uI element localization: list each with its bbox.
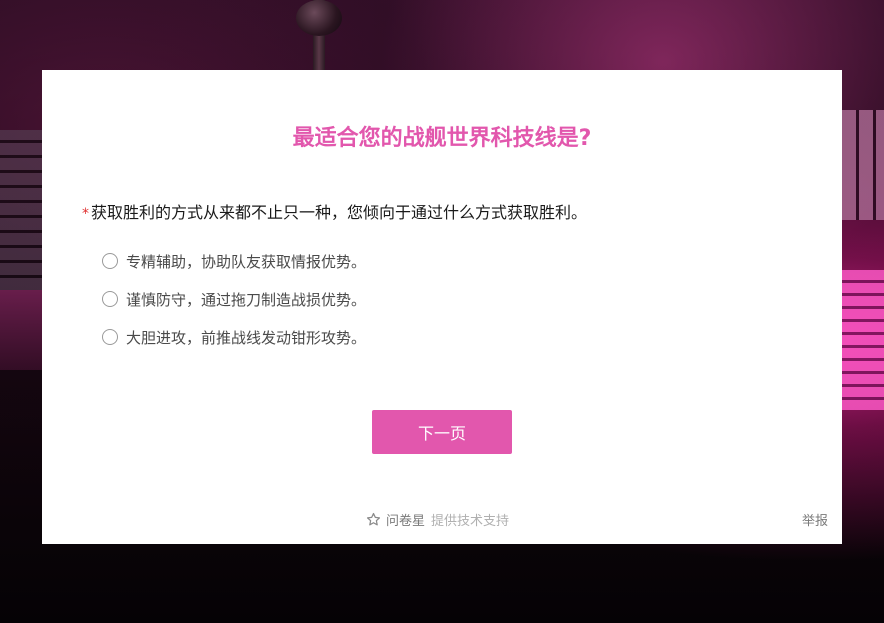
radio-button[interactable]	[102, 253, 118, 269]
question-text: * 获取胜利的方式从来都不止只一种，您倾向于通过什么方式获取胜利。	[82, 202, 587, 225]
footer-brand[interactable]: 问卷星 提供技术支持	[366, 510, 509, 529]
survey-title: 最适合您的战舰世界科技线是?	[292, 126, 592, 151]
brand-name[interactable]: 问卷星	[386, 510, 425, 529]
option-item[interactable]: 专精辅助，协助队友获取情报优势。	[102, 242, 366, 280]
joystick-ball-decoration	[296, 0, 342, 36]
left-base-decoration	[0, 290, 42, 370]
option-list: 专精辅助，协助队友获取情报优势。 谨慎防守，通过拖刀制造战损优势。 大胆进攻，前…	[102, 242, 366, 356]
option-label[interactable]: 谨慎防守，通过拖刀制造战损优势。	[126, 289, 366, 310]
option-item[interactable]: 谨慎防守，通过拖刀制造战损优势。	[102, 280, 366, 318]
radio-button[interactable]	[102, 329, 118, 345]
option-item[interactable]: 大胆进攻，前推战线发动钳形攻势。	[102, 318, 366, 356]
radio-button[interactable]	[102, 291, 118, 307]
required-asterisk: *	[82, 206, 89, 222]
footer: 问卷星 提供技术支持 举报	[42, 510, 842, 530]
question-label: 获取胜利的方式从来都不止只一种，您倾向于通过什么方式获取胜利。	[91, 203, 588, 222]
star-outline-icon	[366, 512, 381, 526]
option-label[interactable]: 专精辅助，协助队友获取情报优势。	[126, 251, 366, 272]
survey-card: 最适合您的战舰世界科技线是? * 获取胜利的方式从来都不止只一种，您倾向于通过什么…	[42, 70, 842, 544]
next-page-button[interactable]: 下一页	[372, 410, 512, 454]
brand-support-text: 提供技术支持	[431, 514, 510, 529]
report-link[interactable]: 举报	[802, 510, 828, 529]
glowing-keys-decoration	[842, 270, 884, 410]
keyboard-keys-decoration	[842, 110, 884, 220]
option-label[interactable]: 大胆进攻，前推战线发动钳形攻势。	[126, 327, 366, 348]
left-keyboard-decoration	[0, 130, 42, 290]
